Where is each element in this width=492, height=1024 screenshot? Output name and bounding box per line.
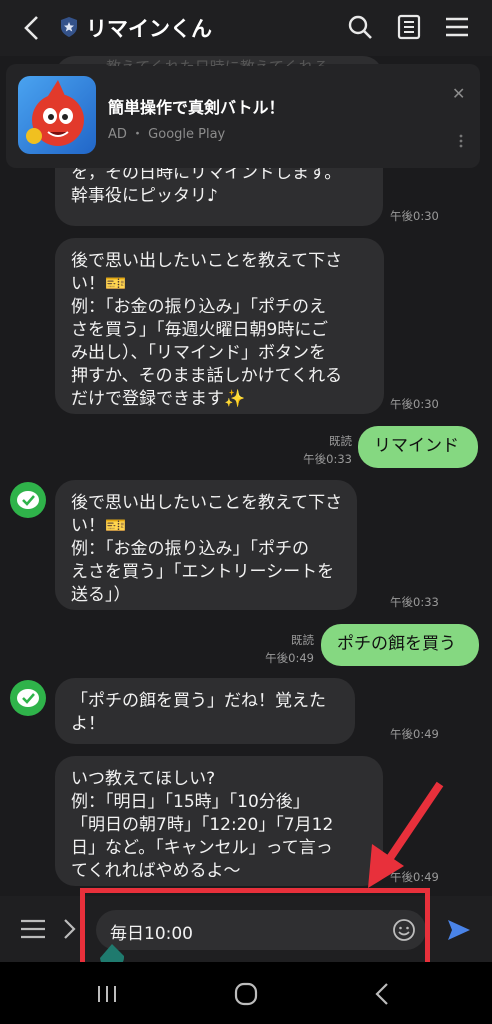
message-line: 幹事役にピッタリ♪ bbox=[71, 186, 218, 206]
message-line: 「ポチの餌を買う」だね！覚えた bbox=[71, 691, 326, 711]
send-icon[interactable] bbox=[446, 918, 472, 942]
chat-area[interactable]: を，その日時にリマインドします。 幹事役にピッタリ♪ 午後0:30 後で思い出し… bbox=[0, 56, 492, 896]
message-line: 後で思い出したいことを教えて下さ bbox=[71, 251, 343, 271]
message-line: 日」など。「キャンセル」って言っ bbox=[71, 838, 333, 858]
message-time: 午後0:30 bbox=[390, 209, 439, 223]
close-icon[interactable]: ✕ bbox=[452, 84, 465, 103]
message-line: 例：「お金の振り込み」「ポチの bbox=[71, 539, 309, 559]
message-line: いつ教えてほしい? bbox=[71, 769, 216, 789]
message-time: 午後0:49 bbox=[265, 651, 314, 665]
annotation-arrow-icon bbox=[368, 781, 444, 888]
search-icon[interactable] bbox=[347, 14, 373, 40]
message-bubble: 後で思い出したいことを教えて下さ い！🎫 例：「お金の振り込み」「ポチの えさを… bbox=[55, 480, 357, 610]
more-vertical-icon[interactable] bbox=[458, 134, 464, 148]
ad-banner[interactable]: 教えてくれた日時に教えてくれる 簡単操作で真剣バトル！ AD ・ Google … bbox=[6, 58, 480, 168]
message-line: だけで登録できます✨ bbox=[71, 389, 246, 409]
sent-message-text: リマインド bbox=[374, 436, 459, 456]
message-line: よ！ bbox=[71, 714, 105, 734]
chat-check-icon bbox=[17, 491, 39, 509]
read-receipt: 既読 bbox=[329, 434, 352, 448]
game-character-icon bbox=[26, 80, 84, 146]
bot-avatar[interactable] bbox=[10, 680, 46, 716]
message-bubble: 「ポチの餌を買う」だね！覚えた よ！ bbox=[55, 678, 355, 744]
message-bubble: 後で思い出したいことを教えて下さ い！🎫 例：「お金の振り込み」「ポチのえ さを… bbox=[55, 238, 384, 414]
top-bar: リマインくん bbox=[0, 0, 492, 56]
message-line: てくれればやめるよ〜 bbox=[71, 861, 241, 881]
message-line: 例：「お金の振り込み」「ポチのえ bbox=[71, 297, 326, 317]
message-bubble: いつ教えてほしい? 例：「明日」「15時」「10分後」 「明日の朝7時」「12:… bbox=[55, 756, 383, 886]
message-line: えさを買う」「エントリーシートを bbox=[71, 562, 335, 582]
sent-message-bubble: リマインド bbox=[358, 426, 478, 468]
hamburger-menu-icon[interactable] bbox=[20, 918, 46, 940]
sent-message-text: ポチの餌を買う bbox=[337, 634, 456, 654]
message-line: さを買う」「毎週火曜日朝9時にご bbox=[71, 320, 328, 340]
ad-title[interactable]: 簡単操作で真剣バトル！ bbox=[108, 94, 284, 118]
message-line: い！🎫 bbox=[71, 274, 127, 294]
message-time: 午後0:49 bbox=[390, 727, 439, 741]
message-time: 午後0:30 bbox=[390, 397, 439, 411]
chat-title: リマインくん bbox=[86, 17, 212, 41]
message-time: 午後0:33 bbox=[390, 595, 439, 609]
system-nav-bar bbox=[0, 962, 492, 1024]
message-line: い！🎫 bbox=[71, 516, 127, 536]
back-arrow-icon[interactable] bbox=[20, 14, 44, 42]
chat-check-icon bbox=[17, 689, 39, 707]
message-line: 例：「明日」「15時」「10分後」 bbox=[71, 792, 310, 812]
notes-icon[interactable] bbox=[396, 14, 422, 40]
chevron-right-icon[interactable] bbox=[62, 918, 76, 940]
message-time: 午後0:33 bbox=[303, 452, 352, 466]
ad-source: AD ・ Google Play bbox=[108, 127, 226, 142]
nav-back-icon[interactable] bbox=[374, 982, 390, 1006]
hidden-message-text: 教えてくれた日時に教えてくれる bbox=[106, 56, 386, 66]
message-line: 送る」） bbox=[71, 585, 131, 605]
message-line: 押すか、そのまま話しかけてくれる bbox=[71, 366, 343, 386]
recent-apps-icon[interactable] bbox=[96, 984, 118, 1004]
official-account-badge-icon bbox=[61, 17, 77, 37]
bot-avatar[interactable] bbox=[10, 482, 46, 518]
message-line: み出し）、「リマインド」ボタンを bbox=[71, 343, 326, 363]
sent-message-bubble: ポチの餌を買う bbox=[321, 624, 479, 666]
home-icon[interactable] bbox=[234, 982, 258, 1006]
message-line: 後で思い出したいことを教えて下さ bbox=[71, 493, 343, 513]
ad-image[interactable] bbox=[18, 76, 96, 154]
read-receipt: 既読 bbox=[291, 633, 314, 647]
menu-icon[interactable] bbox=[444, 14, 470, 40]
message-line: 「明日の朝7時」「12:20」「7月12 bbox=[71, 815, 334, 835]
